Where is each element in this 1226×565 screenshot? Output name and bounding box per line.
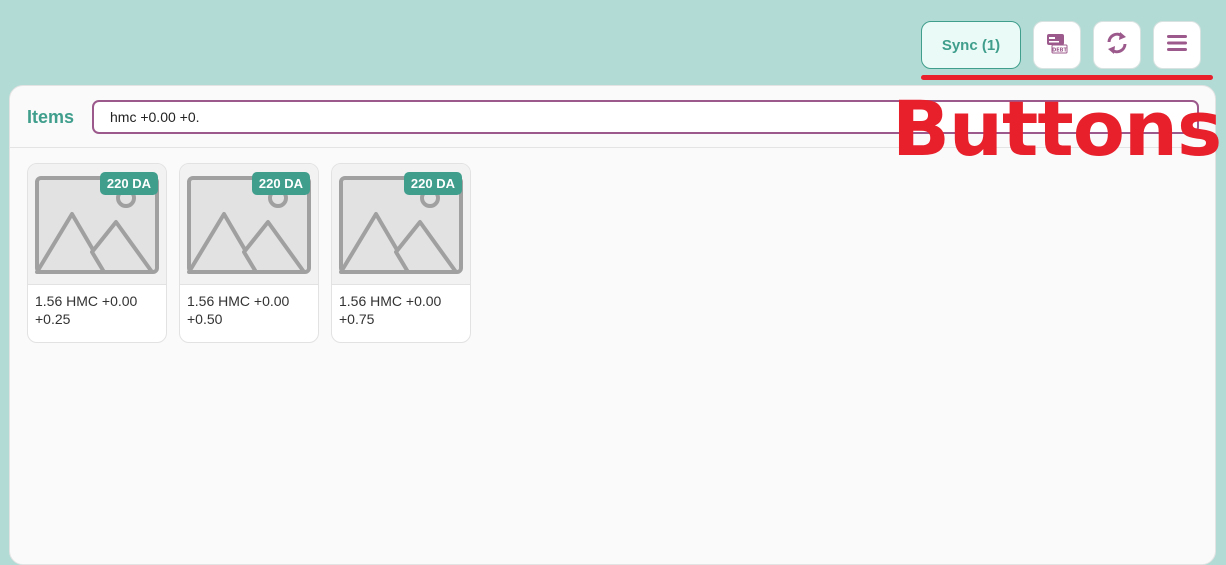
item-image: 220 DA	[332, 164, 470, 285]
item-name: 1.56 HMC +0.00 +0.25	[35, 293, 138, 327]
menu-button[interactable]	[1153, 21, 1201, 69]
item-card[interactable]: 220 DA 1.56 HMC +0.00 +0.75	[331, 163, 471, 343]
items-title: Items	[27, 107, 75, 127]
item-name: 1.56 HMC +0.00 +0.75	[339, 293, 442, 327]
item-name: 1.56 HMC +0.00 +0.50	[187, 293, 290, 327]
debt-button[interactable]: DEBT	[1033, 21, 1081, 69]
item-card[interactable]: 220 DA 1.56 HMC +0.00 +0.50	[179, 163, 319, 343]
item-card[interactable]: 220 DA 1.56 HMC +0.00 +0.25	[27, 163, 167, 343]
menu-icon	[1166, 34, 1188, 57]
price-badge: 220 DA	[403, 172, 462, 195]
debt-card-icon: DEBT	[1046, 32, 1068, 59]
item-image: 220 DA	[28, 164, 166, 285]
sync-button[interactable]: Sync (1)	[921, 21, 1021, 69]
annotation-underline	[921, 75, 1213, 80]
item-image: 220 DA	[180, 164, 318, 285]
annotation-label: Buttons	[892, 84, 1222, 173]
refresh-icon	[1105, 31, 1129, 60]
price-badge: 220 DA	[99, 172, 158, 195]
refresh-button[interactable]	[1093, 21, 1141, 69]
svg-text:DEBT: DEBT	[1052, 47, 1067, 53]
price-badge: 220 DA	[251, 172, 310, 195]
